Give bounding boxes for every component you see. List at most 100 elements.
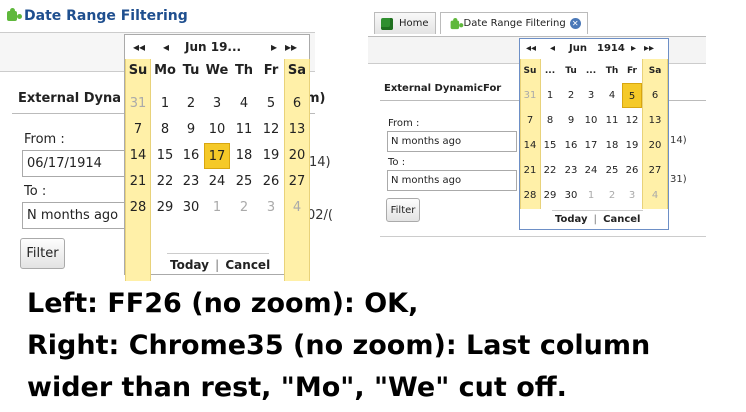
caption-line-2: Right: Chrome35 (no zoom): Last column	[27, 330, 651, 361]
calendar-day[interactable]: 17	[581, 133, 601, 158]
calendar-day[interactable]: 24	[204, 169, 230, 195]
calendar-day[interactable]: 25	[231, 169, 257, 195]
calendar-day[interactable]: 5	[258, 91, 284, 117]
calendar-day[interactable]: 12	[622, 108, 642, 133]
calendar-day[interactable]: 4	[231, 91, 257, 117]
calendar-day[interactable]: 20	[645, 133, 665, 158]
calendar-day[interactable]: 13	[284, 117, 310, 143]
calendar-day[interactable]: 3	[204, 91, 230, 117]
calendar-day[interactable]: 29	[152, 195, 178, 221]
calendar-day[interactable]: 1	[581, 183, 601, 208]
calendar-day[interactable]: 1	[152, 91, 178, 117]
cancel-button[interactable]: Cancel	[222, 258, 273, 272]
calendar-day[interactable]: 1	[540, 83, 560, 108]
calendar-day[interactable]: 26	[622, 158, 642, 183]
filter-button[interactable]: Filter	[20, 238, 65, 269]
calendar-day[interactable]: 11	[231, 117, 257, 143]
calendar-day[interactable]: 11	[602, 108, 622, 133]
calendar-day[interactable]: 2	[178, 91, 204, 117]
calendar-day[interactable]: 3	[581, 83, 601, 108]
from-hint: 14)	[309, 155, 331, 170]
calendar-day[interactable]: 31	[125, 91, 151, 117]
calendar-day[interactable]: 13	[645, 108, 665, 133]
calendar-day[interactable]: 4	[284, 195, 310, 221]
calendar-day[interactable]: 2	[561, 83, 581, 108]
calendar-day[interactable]: 26	[258, 169, 284, 195]
calendar-day[interactable]: 2	[602, 183, 622, 208]
calendar-day[interactable]: 15	[540, 133, 560, 158]
calendar-day[interactable]: 21	[520, 158, 540, 183]
calendar-day[interactable]: 7	[125, 117, 151, 143]
calendar-day[interactable]: 23	[561, 158, 581, 183]
calendar-day[interactable]: 23	[178, 169, 204, 195]
calendar-day[interactable]: 15	[152, 143, 178, 169]
calendar-day[interactable]: 21	[125, 169, 151, 195]
calendar-day[interactable]: 24	[581, 158, 601, 183]
cancel-button[interactable]: Cancel	[600, 214, 643, 225]
calendar-day[interactable]: 27	[284, 169, 310, 195]
tab-home[interactable]: Home	[374, 12, 436, 34]
calendar-day[interactable]: 28	[520, 183, 540, 208]
month-label[interactable]: Jun	[569, 43, 587, 54]
calendar-day[interactable]: 12	[258, 117, 284, 143]
next-month-button[interactable]: ▸	[271, 40, 277, 54]
weekday-header: Tu	[565, 66, 577, 76]
year-label[interactable]: 1914	[597, 43, 625, 54]
to-field[interactable]: N months ago	[387, 170, 517, 191]
calendar-day[interactable]: 18	[231, 143, 257, 169]
calendar-day[interactable]: 16	[178, 143, 204, 169]
calendar-day[interactable]: 19	[258, 143, 284, 169]
date-picker-ff: ◂◂ ◂ Jun 19... ▸ ▸▸ Su Mo Tu We Th Fr Sa 31 1 2 3 4…	[124, 34, 310, 281]
calendar-day[interactable]: 3	[258, 195, 284, 221]
calendar-day[interactable]: 4	[602, 83, 622, 108]
close-tab-icon[interactable]: ✕	[569, 18, 581, 29]
calendar-day[interactable]: 8	[540, 108, 560, 133]
next-year-button[interactable]: ▸▸	[285, 40, 297, 54]
calendar-day[interactable]: 20	[284, 143, 310, 169]
prev-year-button[interactable]: ◂◂	[133, 40, 145, 54]
calendar-day[interactable]: 8	[152, 117, 178, 143]
tab-date-range-filtering[interactable]: Date Range Filtering ✕	[439, 12, 588, 34]
calendar-day[interactable]: 5	[622, 83, 642, 108]
prev-month-button[interactable]: ◂	[550, 43, 555, 54]
prev-year-button[interactable]: ◂◂	[526, 43, 536, 54]
calendar-day[interactable]: 6	[284, 91, 310, 117]
next-year-button[interactable]: ▸▸	[644, 43, 654, 54]
calendar-day[interactable]: 9	[561, 108, 581, 133]
calendar-day[interactable]: 27	[645, 158, 665, 183]
calendar-day[interactable]: 9	[178, 117, 204, 143]
month-year-label[interactable]: Jun 19...	[185, 40, 241, 54]
calendar-day[interactable]: 29	[540, 183, 560, 208]
today-button[interactable]: Today	[552, 214, 590, 225]
prev-month-button[interactable]: ◂	[163, 40, 169, 54]
calendar-day[interactable]: 28	[125, 195, 151, 221]
calendar-day[interactable]: 1	[204, 195, 230, 221]
calendar-day[interactable]: 2	[231, 195, 257, 221]
calendar-day[interactable]: 22	[152, 169, 178, 195]
calendar-day[interactable]: 31	[520, 83, 540, 108]
calendar-day[interactable]: 14	[125, 143, 151, 169]
calendar-day[interactable]: 4	[645, 183, 665, 208]
calendar-day[interactable]: 25	[602, 158, 622, 183]
filter-button[interactable]: Filter	[386, 198, 420, 222]
calendar-day[interactable]: 22	[540, 158, 560, 183]
weekday-header: Th	[605, 66, 619, 76]
calendar-day[interactable]: 10	[581, 108, 601, 133]
calendar-day[interactable]: 7	[520, 108, 540, 133]
from-field[interactable]: N months ago	[387, 131, 517, 152]
to-field[interactable]: N months ago	[22, 202, 134, 229]
next-month-button[interactable]: ▸	[631, 43, 636, 54]
from-field[interactable]: 06/17/1914	[22, 150, 134, 177]
today-button[interactable]: Today	[167, 258, 212, 272]
calendar-day[interactable]: 30	[178, 195, 204, 221]
calendar-day[interactable]: 19	[622, 133, 642, 158]
calendar-day[interactable]: 3	[622, 183, 642, 208]
calendar-day[interactable]: 14	[520, 133, 540, 158]
calendar-day[interactable]: 30	[561, 183, 581, 208]
calendar-day[interactable]: 16	[561, 133, 581, 158]
calendar-day[interactable]: 6	[645, 83, 665, 108]
calendar-day[interactable]: 17	[204, 143, 230, 169]
page-header: Date Range Filtering	[4, 6, 188, 26]
calendar-day[interactable]: 18	[602, 133, 622, 158]
calendar-day[interactable]: 10	[204, 117, 230, 143]
